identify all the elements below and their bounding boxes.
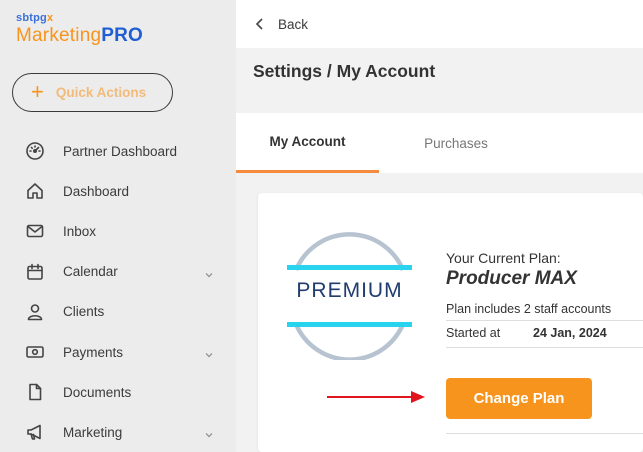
user-icon	[24, 301, 46, 323]
plan-started-row: Started at 24 Jan, 2024	[446, 326, 643, 348]
brand-top-text: sbtpgx	[16, 12, 54, 24]
sidebar-item-label: Clients	[63, 304, 105, 320]
document-icon	[24, 381, 46, 403]
sidebar-item-clients[interactable]: Clients	[0, 292, 236, 332]
premium-badge: PREMIUM	[282, 230, 417, 362]
tab-purchases[interactable]: Purchases	[386, 113, 526, 173]
plan-staff-info: Plan includes 2 staff accounts	[446, 302, 643, 321]
main-content: Back Settings / My Account My Account Pu…	[236, 0, 643, 452]
chevron-down-icon[interactable]	[204, 267, 214, 278]
sidebar-item-label: Partner Dashboard	[63, 143, 178, 159]
sidebar-item-inbox[interactable]: Inbox	[0, 211, 236, 251]
chevron-down-icon[interactable]	[204, 427, 214, 438]
sidebar-item-label: Inbox	[63, 223, 97, 239]
quick-actions-label: Quick Actions	[55, 85, 147, 100]
plan-info: Your Current Plan: Producer MAX Plan inc…	[446, 250, 643, 348]
plan-card: PREMIUM Your Current Plan: Producer MAX …	[258, 193, 643, 452]
change-plan-button[interactable]: Change Plan	[446, 378, 592, 419]
mail-icon	[24, 220, 46, 242]
sidebar-item-label: Payments	[63, 344, 124, 360]
sidebar-item-partner-dashboard[interactable]: Partner Dashboard	[0, 131, 236, 171]
sidebar-item-label: Dashboard	[63, 183, 130, 199]
sidebar: sbtpgx MarketingPRO + Quick Actions Part…	[0, 0, 236, 452]
sidebar-item-marketing[interactable]: Marketing	[0, 412, 236, 452]
cash-icon	[24, 341, 46, 363]
brand-logo[interactable]: sbtpgx MarketingPRO	[16, 12, 143, 47]
plus-icon: +	[31, 78, 44, 104]
annotation-arrow-icon	[327, 391, 425, 403]
sidebar-item-label: Calendar	[63, 264, 118, 280]
chevron-left-icon	[255, 18, 263, 30]
premium-badge-text: PREMIUM	[296, 279, 403, 302]
tab-bar: My Account Purchases	[236, 113, 643, 173]
brand-main-text: MarketingPRO	[16, 25, 144, 46]
sidebar-item-label: Documents	[63, 384, 132, 400]
gauge-icon	[24, 140, 46, 162]
plan-name: Producer MAX	[446, 268, 577, 289]
divider	[446, 433, 643, 434]
back-button[interactable]: Back	[254, 17, 308, 32]
quick-actions-button[interactable]: + Quick Actions	[12, 73, 173, 112]
megaphone-icon	[24, 421, 46, 443]
page-title: Settings / My Account	[253, 61, 436, 81]
sidebar-item-documents[interactable]: Documents	[0, 372, 236, 412]
top-bar: Back	[236, 0, 643, 48]
chevron-down-icon[interactable]	[204, 347, 214, 358]
sidebar-item-label: Marketing	[63, 424, 123, 440]
plan-started-label: Started at	[446, 326, 501, 340]
plan-started-value: 24 Jan, 2024	[533, 326, 607, 340]
sidebar-nav: Partner Dashboard Dashboard Inbox Calend…	[0, 131, 236, 452]
sidebar-item-dashboard[interactable]: Dashboard	[0, 171, 236, 211]
back-label: Back	[278, 16, 309, 32]
sidebar-item-payments[interactable]: Payments	[0, 332, 236, 372]
calendar-icon	[24, 261, 46, 283]
tab-my-account[interactable]: My Account	[236, 113, 379, 173]
home-icon	[24, 180, 46, 202]
sidebar-item-calendar[interactable]: Calendar	[0, 252, 236, 292]
plan-caption: Your Current Plan:	[446, 250, 561, 266]
